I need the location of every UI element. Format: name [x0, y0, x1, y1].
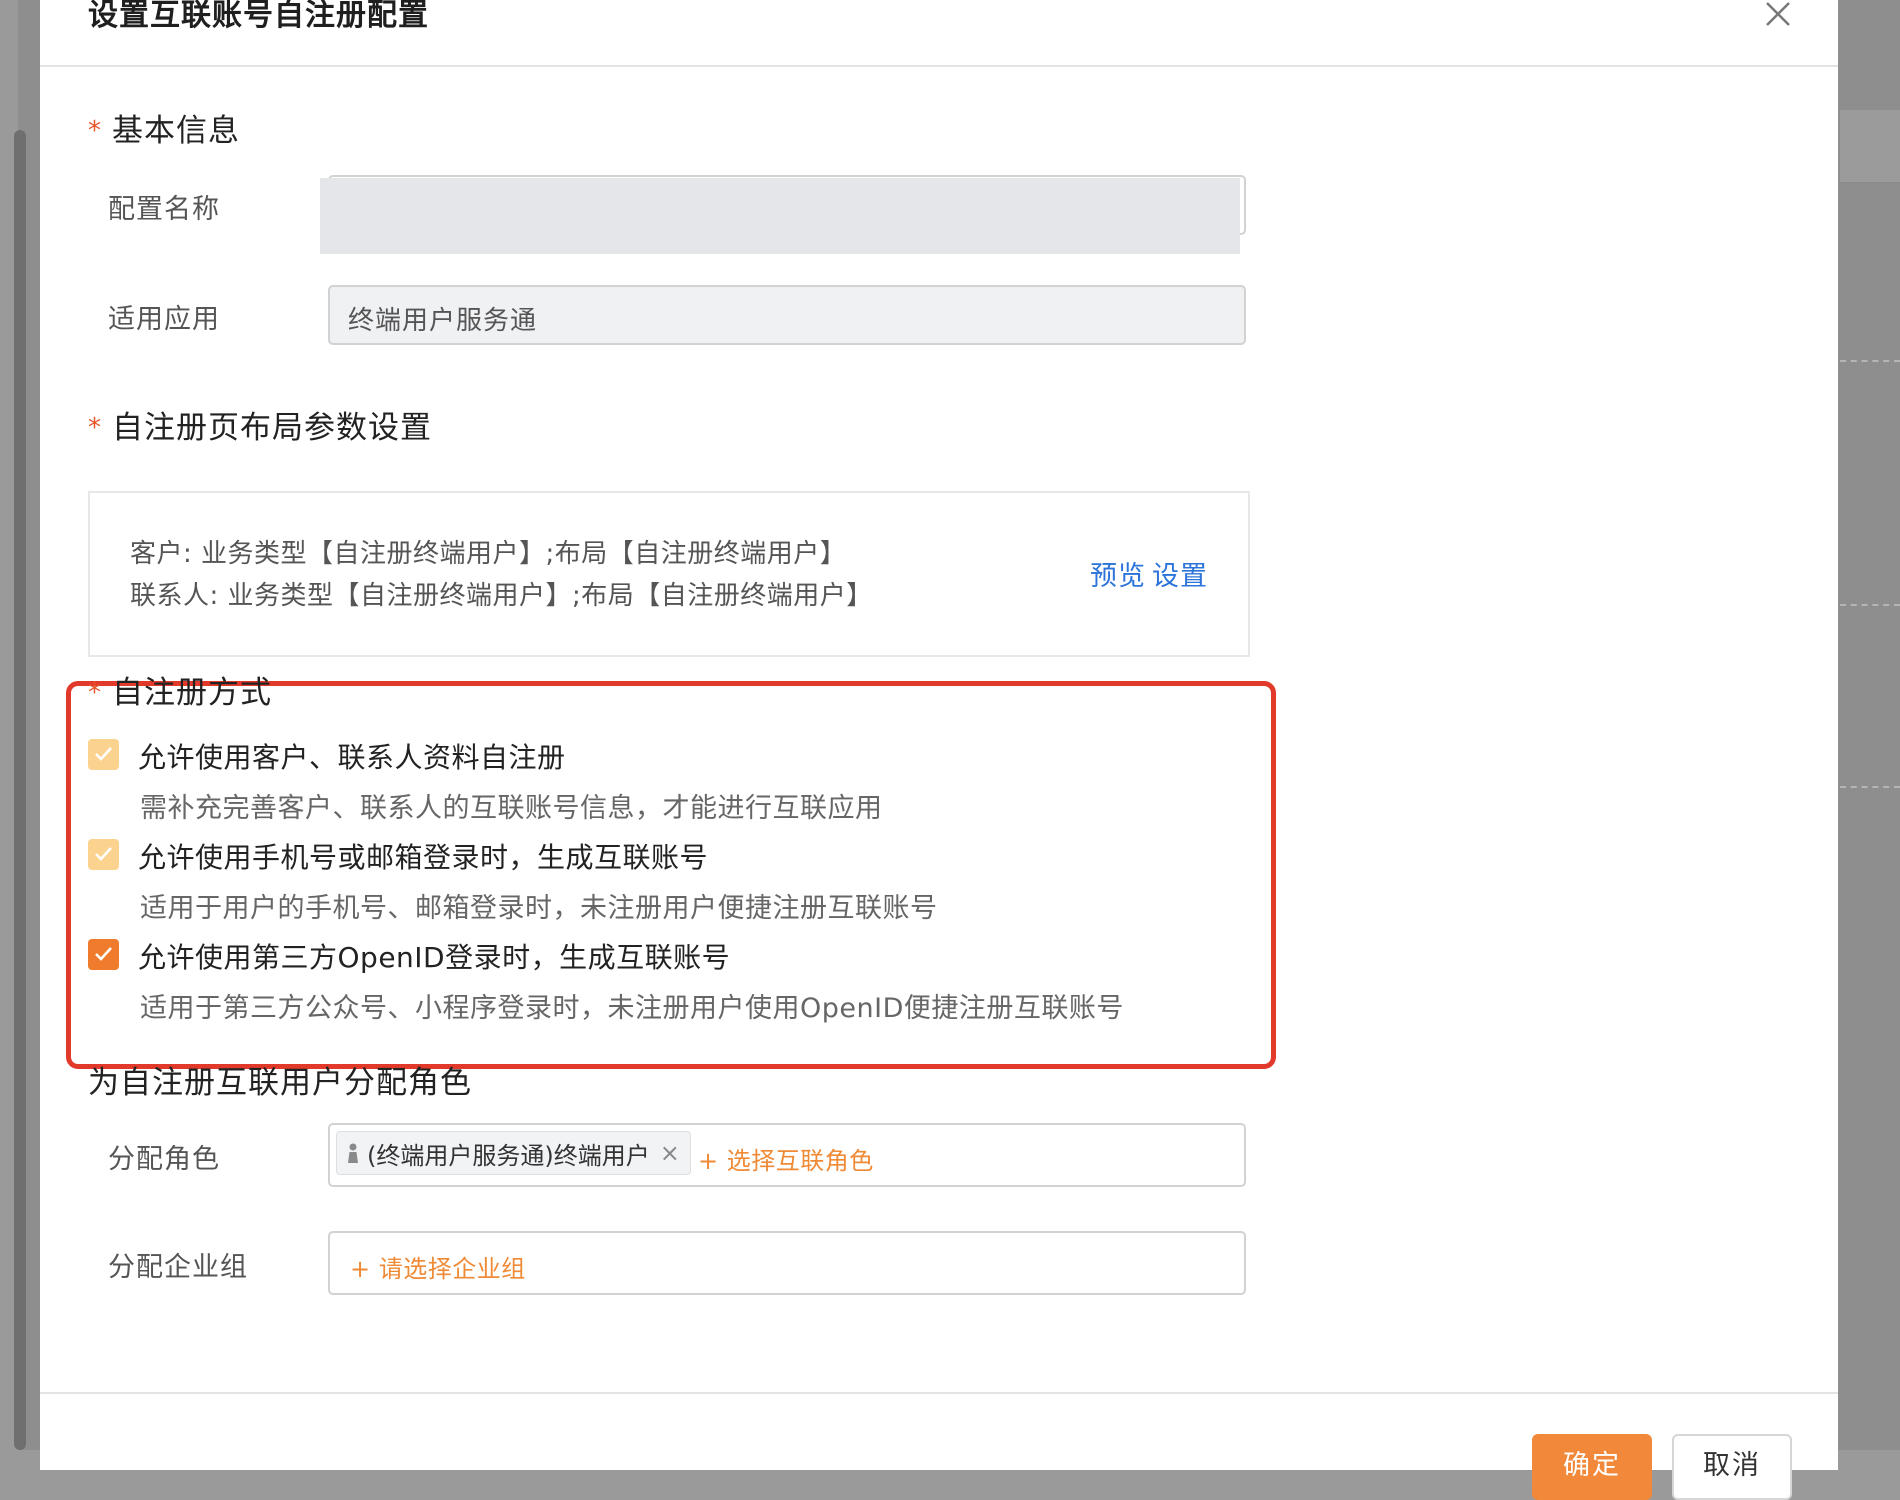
self-registration-config-dialog: 设置互联账号自注册配置 * 基本信息 配置名称 适用应用 终端用户服务通 * 自注册…: [40, 0, 1838, 1500]
cancel-button[interactable]: 取消: [1672, 1434, 1792, 1500]
confirm-button[interactable]: 确定: [1532, 1434, 1652, 1500]
assign-role-field: (终端用户服务通)终端用户 × + 选择互联角色: [328, 1123, 1246, 1187]
contact-layout-line: 联系人: 业务类型【自注册终端用户】;布局【自注册终端用户】: [130, 581, 873, 611]
checkmark-icon: [95, 847, 112, 861]
checkbox-profile-self-register[interactable]: [88, 739, 119, 770]
layout-settings-title: * 自注册页布局参数设置: [88, 402, 432, 447]
background-divider: [1840, 604, 1900, 606]
background-header-strip: [1840, 110, 1900, 183]
dialog-header: 设置互联账号自注册配置: [40, 0, 1838, 67]
option-label: 允许使用客户、联系人资料自注册: [138, 741, 566, 774]
preview-link[interactable]: 预览: [1090, 554, 1146, 593]
redacted-overlay: [320, 178, 1240, 254]
dialog-title: 设置互联账号自注册配置: [88, 0, 429, 33]
assign-role-label: 分配角色: [108, 1144, 220, 1175]
role-tag-text: (终端用户服务通)终端用户: [367, 1141, 650, 1170]
background-divider: [1840, 786, 1900, 788]
option-description: 适用于用户的手机号、邮箱登录时，未注册用户便捷注册互联账号: [140, 893, 938, 924]
basic-info-title: * 基本信息: [88, 105, 240, 150]
background-divider: [1840, 360, 1900, 362]
close-icon: [1766, 2, 1790, 26]
option-label: 允许使用第三方OpenID登录时，生成互联账号: [138, 941, 731, 974]
checkmark-icon: [95, 747, 112, 761]
app-label: 适用应用: [108, 304, 220, 335]
app-input: 终端用户服务通: [328, 285, 1246, 345]
registration-method-title: * 自注册方式: [88, 667, 272, 712]
checkmark-icon: [95, 947, 112, 961]
background-scrollbar: [14, 130, 26, 1450]
option-description: 需补充完善客户、联系人的互联账号信息，才能进行互联应用: [140, 793, 883, 824]
layout-settings-title-text: 自注册页布局参数设置: [112, 410, 432, 446]
role-tag: (终端用户服务通)终端用户 ×: [336, 1131, 691, 1175]
assign-group-label: 分配企业组: [108, 1252, 248, 1283]
assign-group-field[interactable]: + 请选择企业组: [328, 1231, 1246, 1295]
required-mark: *: [88, 413, 102, 443]
registration-method-title-text: 自注册方式: [112, 675, 272, 711]
role-person-icon: [348, 1143, 358, 1163]
app-value: 终端用户服务通: [348, 306, 538, 336]
basic-info-title-text: 基本信息: [112, 113, 240, 149]
config-name-label: 配置名称: [108, 194, 220, 225]
remove-role-icon[interactable]: ×: [660, 1139, 680, 1167]
select-group-link[interactable]: + 请选择企业组: [350, 1249, 526, 1284]
customer-layout-line: 客户: 业务类型【自注册终端用户】;布局【自注册终端用户】: [130, 539, 847, 569]
dialog-footer: 确定 取消: [40, 1392, 1838, 1500]
checkbox-openid-login[interactable]: [88, 939, 119, 970]
role-assignment-title: 为自注册互联用户分配角色: [88, 1065, 472, 1101]
close-button[interactable]: [1758, 0, 1798, 34]
required-mark: *: [88, 678, 102, 708]
option-description: 适用于第三方公众号、小程序登录时，未注册用户使用OpenID便捷注册互联账号: [140, 993, 1124, 1024]
select-role-link[interactable]: + 选择互联角色: [698, 1141, 874, 1176]
settings-link[interactable]: 设置: [1152, 554, 1208, 593]
option-label: 允许使用手机号或邮箱登录时，生成互联账号: [138, 841, 709, 874]
layout-settings-box: 客户: 业务类型【自注册终端用户】;布局【自注册终端用户】 联系人: 业务类型【…: [88, 491, 1250, 657]
checkbox-phone-email-login[interactable]: [88, 839, 119, 870]
required-mark: *: [88, 116, 102, 146]
